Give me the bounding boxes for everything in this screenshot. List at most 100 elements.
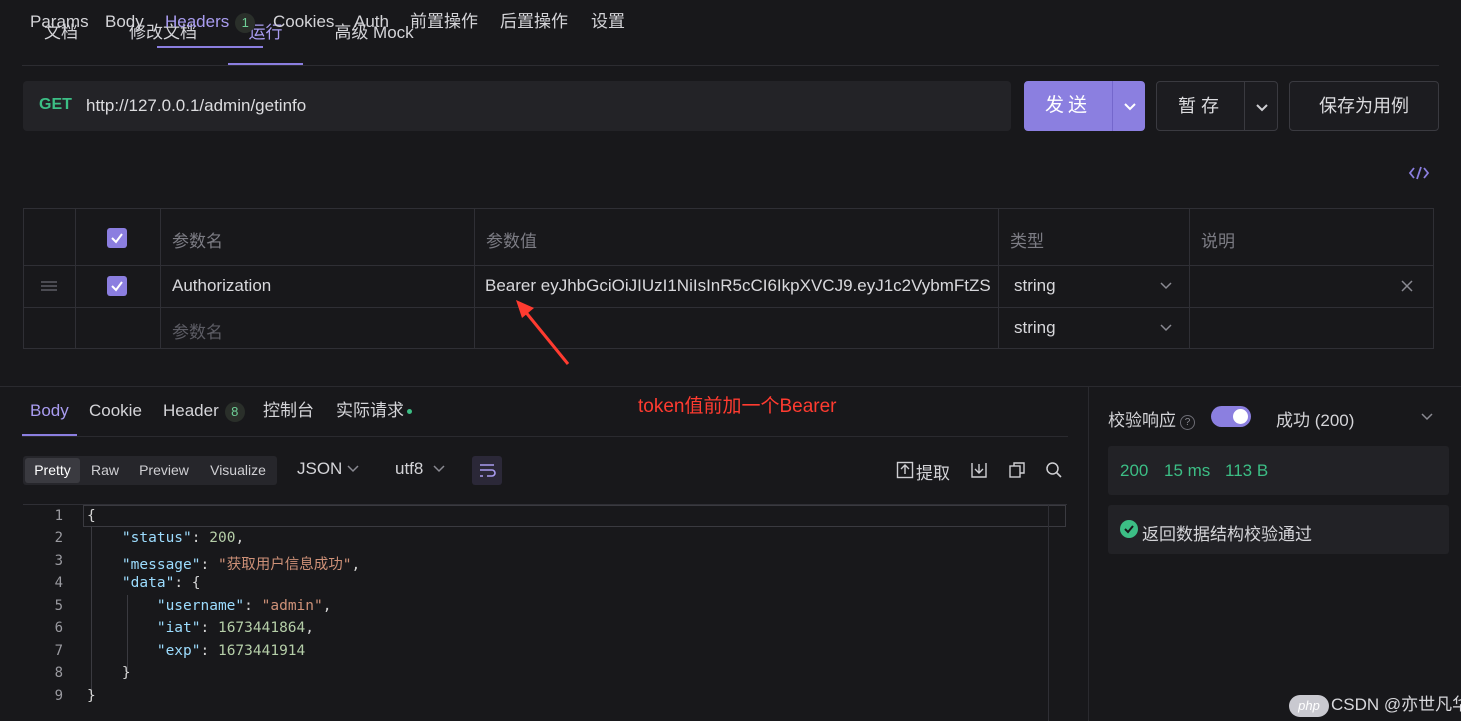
code-line: "exp": 1673441914 <box>156 643 306 659</box>
send-divider <box>1112 81 1113 131</box>
close-icon[interactable] <box>1400 279 1414 298</box>
tab-console[interactable]: 控制台 <box>263 396 314 436</box>
line-number: 1 <box>54 508 63 524</box>
header-name-cell[interactable]: Authorization <box>172 276 271 296</box>
table-divider <box>75 209 76 348</box>
watermark: phpCSDN @亦世凡华、 <box>1287 690 1461 717</box>
tab-response-cookie[interactable]: Cookie <box>89 396 142 436</box>
code-line: "username": "admin", <box>156 598 332 614</box>
header-type-select[interactable]: string <box>1014 276 1056 296</box>
status-dot-icon <box>407 409 412 415</box>
check-circle-icon <box>1120 520 1138 538</box>
column-header-description: 说明 <box>1201 232 1235 251</box>
verify-response-toggle[interactable] <box>1211 406 1251 427</box>
view-raw-button[interactable]: Raw <box>83 458 127 483</box>
format-select[interactable]: JSON <box>297 459 342 479</box>
new-header-name-input[interactable]: 参数名 <box>172 318 223 343</box>
column-header-name: 参数名 <box>172 232 223 251</box>
view-mode-group: Pretty Raw Preview Visualize <box>23 456 277 485</box>
help-icon[interactable]: ? <box>1180 415 1195 430</box>
view-preview-button[interactable]: Preview <box>131 458 197 483</box>
view-visualize-button[interactable]: Visualize <box>203 458 273 483</box>
extract-icon[interactable] <box>896 461 914 484</box>
response-header-count-badge: 8 <box>224 402 245 422</box>
tab-pre-processors[interactable]: 前置操作 <box>410 0 478 48</box>
tab-cookies[interactable]: Cookies <box>273 0 334 48</box>
url-bar[interactable]: GET http://127.0.0.1/admin/getinfo <box>23 81 1011 131</box>
method-select[interactable]: GET <box>39 96 72 114</box>
header-value-cell[interactable]: Bearer eyJhbGciOiJIUzI1NiIsInR5cCI6IkpXV… <box>485 276 991 296</box>
chevron-down-icon[interactable] <box>345 462 361 480</box>
verify-result: 返回数据结构校验通过 <box>1108 505 1449 554</box>
verify-response-text: 校验响应 <box>1108 411 1176 430</box>
line-number: 4 <box>54 575 63 591</box>
select-all-checkbox[interactable] <box>107 228 127 248</box>
tab-actual-request[interactable]: 实际请求 <box>336 396 412 436</box>
verify-status-select[interactable]: 成功 (200) <box>1276 406 1354 431</box>
wrap-lines-button[interactable] <box>472 456 502 485</box>
json-key: "exp" <box>156 643 201 659</box>
toggle-knob <box>1233 409 1248 424</box>
chevron-down-icon[interactable] <box>1158 279 1174 297</box>
response-body-editor[interactable]: 1 2 3 4 5 6 7 8 9 { "status": 200, "mess… <box>23 504 1067 721</box>
send-label: 发送 <box>1044 95 1091 116</box>
chevron-down-icon[interactable] <box>1158 321 1174 339</box>
tab-response-body[interactable]: Body <box>22 396 77 436</box>
drag-handle-icon[interactable] <box>40 279 58 298</box>
code-icon[interactable] <box>1408 164 1430 187</box>
annotation-text: token值前加一个Bearer <box>638 396 837 417</box>
tab-post-processors[interactable]: 后置操作 <box>500 0 568 48</box>
line-number: 9 <box>54 688 63 704</box>
json-value: "获取用户信息成功" <box>217 557 352 573</box>
response-tabs-divider <box>22 436 1068 437</box>
json-value: 1673441914 <box>217 643 306 659</box>
response-metrics: 200 15 ms 113 B <box>1108 446 1449 495</box>
editor-scrollbar[interactable] <box>1048 505 1049 721</box>
chevron-down-icon[interactable] <box>1419 410 1435 428</box>
code-line: "message": "获取用户信息成功", <box>121 557 361 573</box>
tab-params[interactable]: Params <box>30 0 89 48</box>
row-enabled-checkbox[interactable] <box>107 276 127 296</box>
response-time: 15 ms <box>1164 461 1211 480</box>
chevron-down-icon[interactable] <box>431 462 447 480</box>
top-tabs-divider <box>22 65 1439 66</box>
tab-headers[interactable]: Headers 1 <box>157 0 264 48</box>
json-key: "status" <box>121 530 192 546</box>
right-panel-divider <box>1088 387 1089 721</box>
annotation-arrow-icon <box>510 298 574 373</box>
save-as-case-button[interactable]: 保存为用例 <box>1289 81 1439 131</box>
tab-headers-label: Headers <box>165 12 230 31</box>
chevron-down-icon[interactable] <box>1120 94 1140 123</box>
save-draft-label: 暂存 <box>1178 96 1224 116</box>
search-icon[interactable] <box>1045 461 1063 484</box>
view-pretty-button[interactable]: Pretty <box>25 458 80 483</box>
table-divider <box>1189 209 1190 348</box>
panel-divider <box>0 386 1461 387</box>
table-divider <box>474 209 475 348</box>
extract-button[interactable]: 提取 <box>916 459 950 484</box>
code-line: "iat": 1673441864, <box>156 620 315 636</box>
save-draft-button[interactable]: 暂存 <box>1156 81 1278 131</box>
json-key: "iat" <box>156 620 201 636</box>
code-line: "status": 200, <box>121 530 245 546</box>
download-icon[interactable] <box>970 461 988 484</box>
watermark-text: CSDN @亦世凡华、 <box>1331 695 1461 714</box>
send-button[interactable]: 发送 <box>1024 81 1145 131</box>
url-input[interactable]: http://127.0.0.1/admin/getinfo <box>86 96 306 116</box>
line-number: 5 <box>54 598 63 614</box>
tab-body[interactable]: Body <box>105 0 144 48</box>
chevron-down-icon[interactable] <box>1252 95 1272 124</box>
current-line-highlight <box>83 505 1066 527</box>
new-header-type-select[interactable]: string <box>1014 318 1056 338</box>
line-number: 2 <box>54 530 63 546</box>
json-value: "admin" <box>261 598 323 614</box>
tab-settings[interactable]: 设置 <box>591 0 625 48</box>
encoding-select[interactable]: utf8 <box>395 459 423 479</box>
tab-actual-request-label: 实际请求 <box>336 401 404 420</box>
verify-result-text: 返回数据结构校验通过 <box>1142 525 1312 544</box>
line-number: 3 <box>54 553 63 569</box>
json-key: "data" <box>121 575 175 591</box>
copy-icon[interactable] <box>1008 461 1026 484</box>
tab-auth[interactable]: Auth <box>354 0 389 48</box>
tab-response-header[interactable]: Header 8 <box>163 396 245 436</box>
